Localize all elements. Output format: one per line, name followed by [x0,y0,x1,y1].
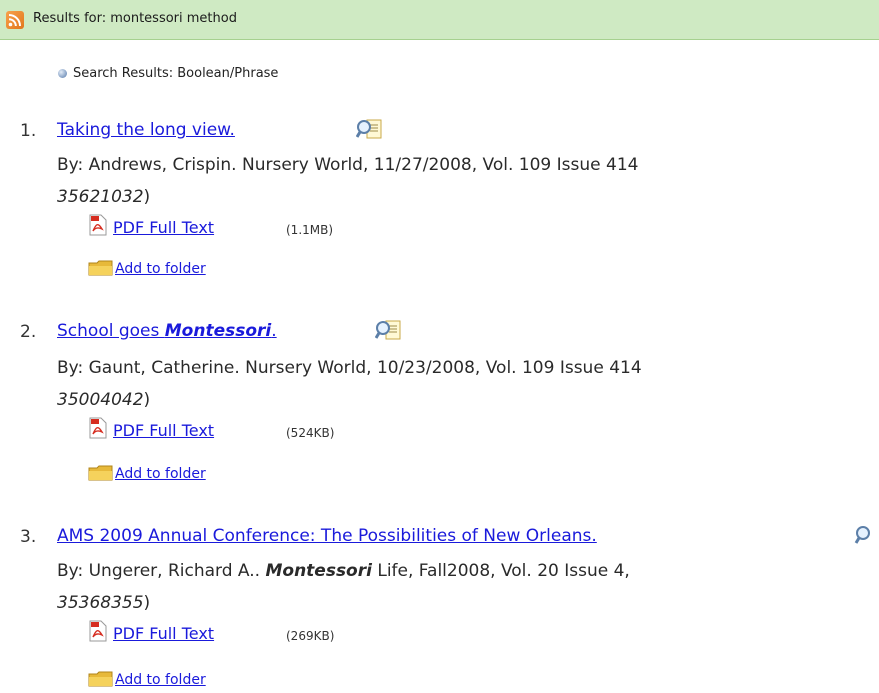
folder-icon[interactable] [88,464,114,482]
result-accession: 35621032) [57,187,151,207]
pdf-full-text-link[interactable]: PDF Full Text [113,624,214,643]
add-to-folder-link[interactable]: Add to folder [115,672,206,688]
pdf-file-size: (269KB) [286,629,335,643]
result-title-link[interactable]: School goes Montessori. [57,321,277,341]
result-accession: 35368355) [57,593,151,613]
result-title-link[interactable]: AMS 2009 Annual Conference: The Possibil… [57,526,597,546]
add-to-folder-link[interactable]: Add to folder [115,466,206,482]
preview-magnifier-icon[interactable] [374,319,403,341]
search-mode-text: Search Results: Boolean/Phrase [73,66,279,81]
pdf-file-size: (1.1MB) [286,223,334,237]
add-to-folder-link[interactable]: Add to folder [115,261,206,277]
pdf-file-size: (524KB) [286,426,335,440]
pdf-icon[interactable] [88,620,108,642]
folder-icon[interactable] [88,670,114,688]
folder-icon[interactable] [88,259,114,277]
preview-magnifier-icon[interactable] [853,524,879,546]
result-byline: By: Ungerer, Richard A.. Montessori Life… [57,561,630,581]
result-byline: By: Andrews, Crispin. Nursery World, 11/… [57,155,639,175]
result-title-link[interactable]: Taking the long view. [57,120,235,140]
pdf-icon[interactable] [88,214,108,236]
results-header-title: Results for: montessori method [33,11,237,26]
bullet-icon [58,69,67,78]
results-header-bar: Results for: montessori method [0,0,879,40]
result-number: 3. [20,527,37,547]
rss-icon[interactable] [6,11,24,29]
result-byline: By: Gaunt, Catherine. Nursery World, 10/… [57,358,642,378]
preview-magnifier-icon[interactable] [355,118,384,140]
pdf-full-text-link[interactable]: PDF Full Text [113,218,214,237]
result-number: 2. [20,322,37,342]
result-accession: 35004042) [57,390,151,410]
pdf-full-text-link[interactable]: PDF Full Text [113,421,214,440]
pdf-icon[interactable] [88,417,108,439]
result-number: 1. [20,121,37,141]
